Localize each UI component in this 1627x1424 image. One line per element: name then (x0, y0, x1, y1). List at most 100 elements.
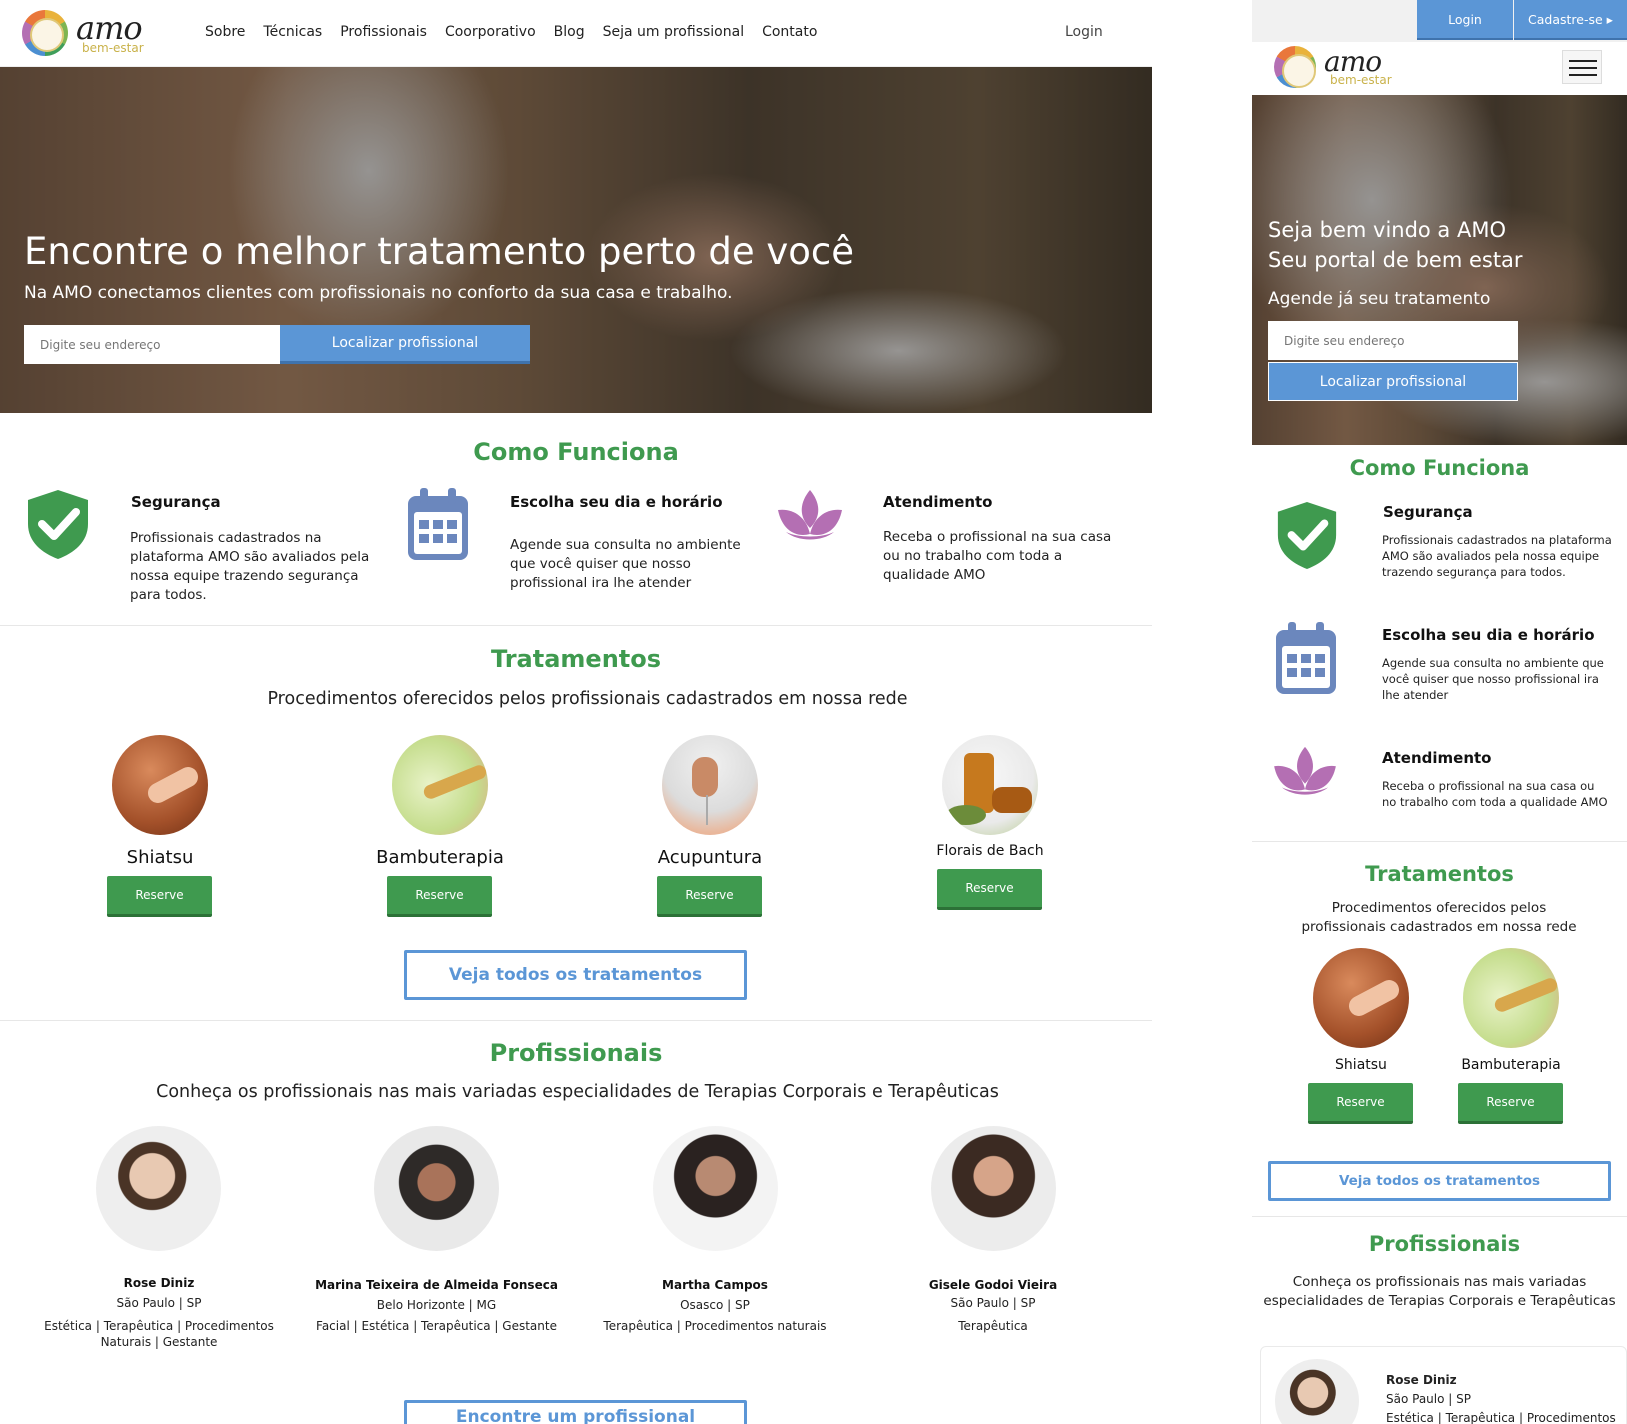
section-divider (1252, 841, 1627, 842)
feature-text: Agende sua consulta no ambiente que você… (510, 537, 741, 591)
section-title-profissionais: Profissionais (489, 1039, 663, 1067)
treatment-name: Shiatsu (126, 847, 194, 868)
mobile-view: Login Cadastre-se ▸ amo bem-estar Seja b… (1252, 0, 1627, 1424)
avatar (374, 1126, 499, 1251)
nav-item-sobre[interactable]: Sobre (205, 24, 245, 40)
nav-item-coorporativo[interactable]: Coorporativo (445, 24, 536, 40)
treatment-name: Bambuterapia (1461, 1057, 1561, 1073)
professional-specialties: Estética | Terapêutica | Procedimentos N… (44, 1319, 274, 1349)
find-professional-outline-button[interactable]: Encontre um profissional (404, 1400, 747, 1424)
professional-name: Gisele Godoi Vieira (928, 1278, 1058, 1292)
professional-location: São Paulo | SP (116, 1296, 202, 1310)
calendar-icon (1276, 622, 1336, 694)
tratamentos-subtitle: Procedimentos oferecidos pelos profissio… (267, 689, 908, 709)
feature-text: Profissionais cadastrados na plataforma … (130, 530, 370, 603)
avatar (96, 1126, 221, 1251)
profissionais-subtitle: Conheça os profissionais nas mais variad… (156, 1082, 999, 1102)
avatar (653, 1126, 778, 1251)
hero-banner: Encontre o melhor tratamento perto de vo… (0, 67, 1152, 413)
main-nav: Sobre Técnicas Profissionais Coorporativ… (205, 24, 817, 40)
mobile-hero-title-1: Seja bem vindo a AMO (1268, 218, 1506, 242)
professional-specialties: Facial | Estética | Terapêutica | Gestan… (316, 1319, 557, 1333)
professional-location: Belo Horizonte | MG (376, 1298, 497, 1312)
professional-specialties: Estética | Terapêutica | Procedimentos (1386, 1411, 1616, 1424)
nav-item-blog[interactable]: Blog (554, 24, 585, 40)
reserve-button[interactable]: Reserve (1458, 1083, 1563, 1124)
avatar (931, 1126, 1056, 1251)
site-header: amo bem-estar Sobre Técnicas Profissiona… (0, 0, 1152, 67)
professional-location: São Paulo | SP (1386, 1392, 1471, 1406)
see-all-treatments-button[interactable]: Veja todos os tratamentos (404, 950, 747, 1000)
mobile-title-tratamentos: Tratamentos (1365, 862, 1514, 886)
professional-name: Rose Diniz (1386, 1373, 1457, 1387)
feature-title: Segurança (131, 493, 221, 511)
reserve-button[interactable]: Reserve (657, 876, 762, 917)
section-divider (1252, 1216, 1627, 1217)
mobile-address-input[interactable] (1268, 321, 1518, 360)
logo-mark-icon (22, 10, 68, 56)
mobile-title-como-funciona: Como Funciona (1349, 456, 1530, 480)
professional-specialties: Terapêutica (958, 1319, 1028, 1333)
feature-title: Atendimento (883, 493, 993, 511)
see-all-treatments-button[interactable]: Veja todos os tratamentos (1268, 1161, 1611, 1201)
treatment-image-bambuterapia (1463, 948, 1559, 1048)
reserve-button[interactable]: Reserve (937, 869, 1042, 910)
treatment-name: Acupuntura (657, 847, 763, 868)
mobile-tratamentos-subtitle: Procedimentos oferecidos pelos profissio… (1301, 900, 1577, 935)
treatment-image-bambuterapia (392, 735, 488, 835)
treatment-image-florais (942, 735, 1038, 835)
professional-name: Martha Campos (662, 1278, 768, 1292)
treatment-image-acupuntura (662, 735, 758, 835)
mobile-hero: Seja bem vindo a AMO Seu portal de bem e… (1252, 95, 1627, 445)
shield-check-icon (28, 490, 88, 559)
treatment-image-shiatsu (112, 735, 208, 835)
menu-icon[interactable] (1562, 50, 1602, 84)
reserve-button[interactable]: Reserve (1308, 1083, 1413, 1124)
logo-tagline: bem-estar (82, 41, 144, 55)
mobile-title-profissionais: Profissionais (1368, 1232, 1521, 1256)
professional-location: Osasco | SP (680, 1298, 750, 1312)
address-search: Localizar profissional (24, 325, 854, 364)
professional-name: Marina Teixeira de Almeida Fonseca (315, 1278, 558, 1292)
feature-text: Receba o profissional na sua casa ou no … (883, 529, 1112, 583)
section-divider (0, 625, 1152, 626)
find-professional-button[interactable]: Localizar profissional (280, 325, 530, 364)
section-title-tratamentos: Tratamentos (490, 645, 662, 673)
treatment-name: Florais de Bach (936, 843, 1044, 859)
mobile-hero-subtitle: Agende já seu tratamento (1268, 289, 1491, 309)
treatment-name: Shiatsu (1335, 1057, 1387, 1073)
desktop-view: amo bem-estar Sobre Técnicas Profissiona… (0, 0, 1152, 1424)
treatment-image-shiatsu (1313, 948, 1409, 1048)
professional-name: Rose Diniz (123, 1276, 195, 1290)
feature-title: Escolha seu dia e horário (510, 493, 723, 511)
feature-title: Escolha seu dia e horário (1382, 626, 1595, 644)
logo-tagline: bem-estar (1330, 73, 1392, 87)
mobile-find-professional-button[interactable]: Localizar profissional (1268, 362, 1518, 401)
mobile-hero-title-2: Seu portal de bem estar (1268, 248, 1523, 272)
reserve-button[interactable]: Reserve (107, 876, 212, 917)
section-divider (0, 1020, 1152, 1021)
feature-text: Profissionais cadastrados na plataforma … (1382, 533, 1612, 579)
hero-title: Encontre o melhor tratamento perto de vo… (24, 230, 854, 273)
shield-check-icon (1277, 502, 1337, 569)
section-title-como-funciona: Como Funciona (473, 438, 679, 466)
mobile-signup-button[interactable]: Cadastre-se ▸ (1514, 0, 1627, 40)
mobile-login-button[interactable]: Login (1417, 0, 1513, 40)
professional-location: São Paulo | SP (950, 1296, 1036, 1310)
nav-item-seja-profissional[interactable]: Seja um profissional (603, 24, 744, 40)
address-input[interactable] (24, 325, 280, 364)
logo-wordmark: amo (1324, 45, 1382, 78)
nav-item-tecnicas[interactable]: Técnicas (263, 24, 322, 40)
professional-card[interactable]: Rose Diniz São Paulo | SP Estética | Ter… (1260, 1346, 1627, 1424)
logo[interactable]: amo bem-estar (22, 10, 144, 56)
nav-item-profissionais[interactable]: Profissionais (340, 24, 427, 40)
mobile-logo[interactable]: amo bem-estar (1274, 46, 1392, 88)
lotus-icon (1274, 746, 1336, 795)
login-link[interactable]: Login (1065, 24, 1103, 40)
professional-specialties: Terapêutica | Procedimentos naturais (603, 1319, 827, 1333)
treatment-name: Bambuterapia (376, 847, 504, 868)
feature-text: Agende sua consulta no ambiente que você… (1382, 656, 1604, 702)
feature-text: Receba o profissional na sua casa ou no … (1382, 779, 1608, 809)
nav-item-contato[interactable]: Contato (762, 24, 817, 40)
reserve-button[interactable]: Reserve (387, 876, 492, 917)
